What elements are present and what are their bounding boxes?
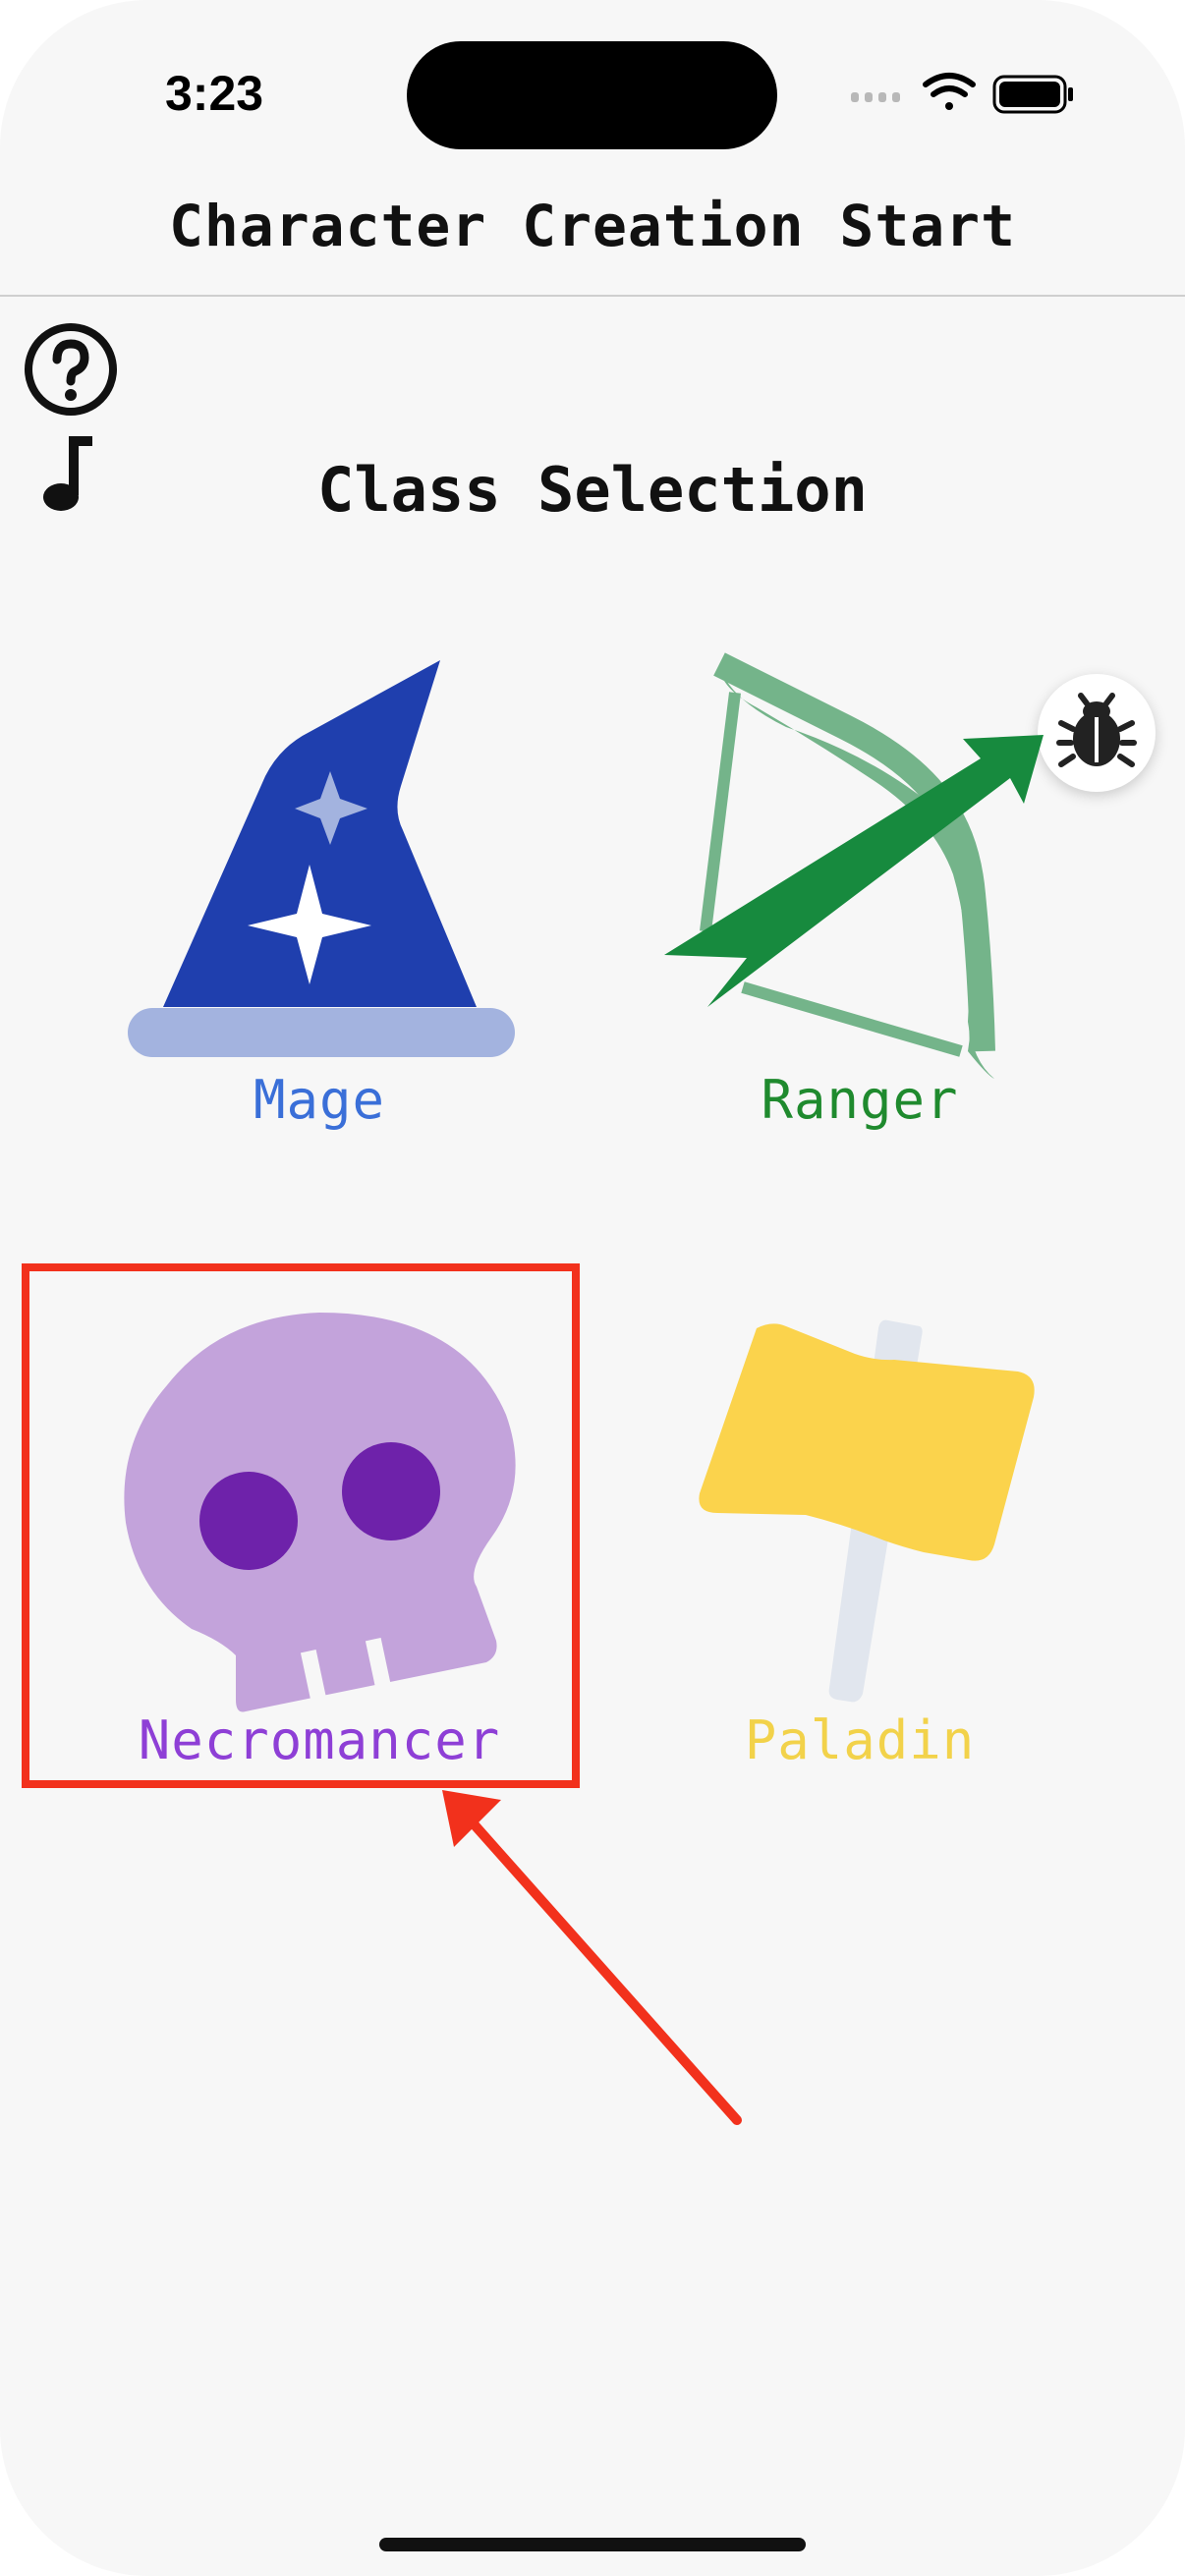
battery-icon xyxy=(992,75,1073,114)
help-button[interactable] xyxy=(24,322,118,417)
status-time: 3:23 xyxy=(165,66,264,121)
hammer-icon xyxy=(699,1319,1035,1703)
class-card-paladin[interactable]: Paladin xyxy=(649,1307,1071,1778)
annotation-arrow-red xyxy=(442,1790,742,2125)
class-card-mage[interactable]: Mage xyxy=(108,648,531,1149)
bug-icon xyxy=(1056,693,1137,767)
section-title: Class Selection xyxy=(317,454,868,526)
wizard-hat-icon xyxy=(128,660,515,1057)
skull-icon xyxy=(124,1313,516,1712)
phone-screen: 3:23 Character Creation Start Class Sele… xyxy=(0,0,1185,2576)
nav-divider xyxy=(0,295,1185,297)
status-icons xyxy=(847,71,1083,120)
class-card-ranger[interactable]: Ranger xyxy=(649,648,1071,1149)
class-card-necromancer[interactable]: Necromancer xyxy=(108,1307,531,1778)
home-indicator xyxy=(379,2538,806,2551)
debug-button[interactable] xyxy=(1038,674,1156,792)
dynamic-island xyxy=(407,41,777,149)
question-circle-icon xyxy=(25,323,117,416)
class-label-ranger: Ranger xyxy=(761,1069,959,1131)
annotation-arrows xyxy=(442,735,1044,2125)
bow-icon xyxy=(700,652,995,1079)
wifi-icon xyxy=(923,73,976,110)
nav-title: Character Creation Start xyxy=(168,193,1017,259)
class-label-mage: Mage xyxy=(253,1069,386,1131)
signal-icon xyxy=(851,92,900,102)
class-label-paladin: Paladin xyxy=(744,1709,976,1771)
class-label-necromancer: Necromancer xyxy=(138,1709,501,1771)
